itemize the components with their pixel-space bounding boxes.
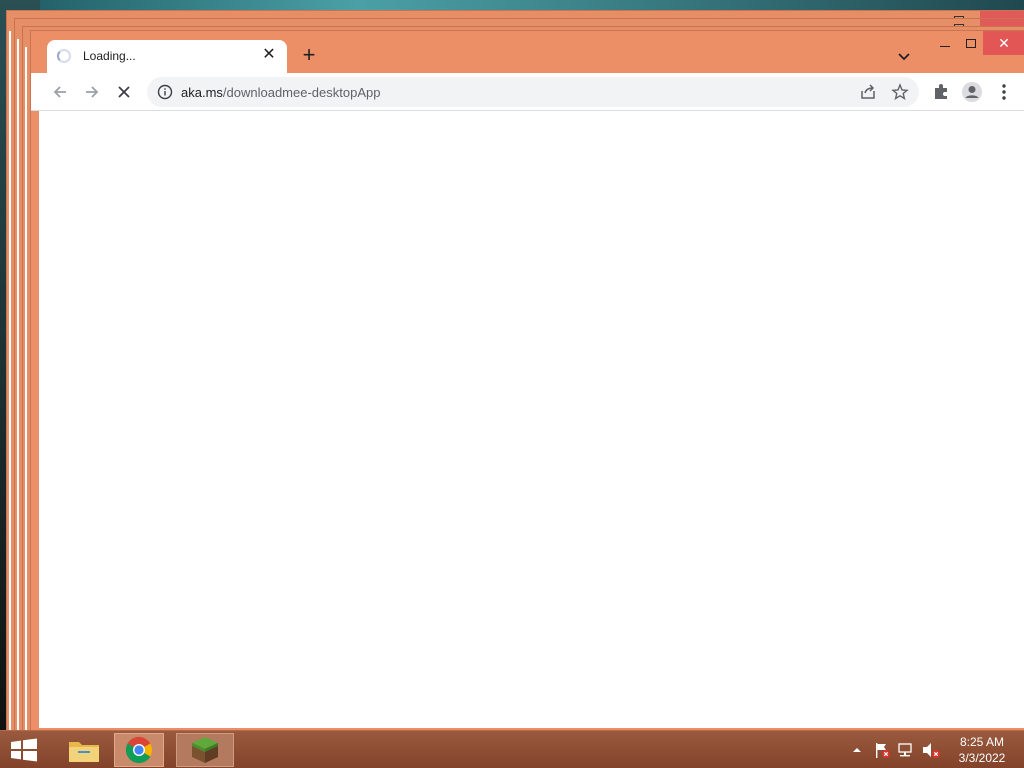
close-window-button[interactable]: ✕ [983,31,1024,55]
loading-spinner-icon [57,49,71,63]
taskbar: 8:25 AM 3/3/2022 [0,730,1024,768]
ghost-content-edge [25,47,27,730]
taskbar-minecraft[interactable] [176,733,234,767]
new-tab-button[interactable]: + [297,44,321,68]
action-center-flag-icon[interactable] [872,739,892,761]
browser-window: Loading... ✕ + ✕ aka.ms/downloadmee-desk… [30,30,1024,730]
back-button[interactable] [48,80,72,104]
url-host: aka.ms [181,85,223,100]
clock-date: 3/3/2022 [958,751,1006,765]
close-icon: ✕ [998,35,1010,51]
url-text[interactable]: aka.ms/downloadmee-desktopApp [181,85,380,100]
page-content-area[interactable] [39,111,1024,728]
clock-time: 8:25 AM [959,735,1005,749]
tab-title: Loading... [83,49,136,63]
stop-loading-icon [118,86,130,98]
active-tab[interactable]: Loading... ✕ [47,40,287,73]
browser-titlebar[interactable]: Loading... ✕ + ✕ [31,31,1024,73]
arrow-right-icon [86,86,99,98]
browser-toolbar: aka.ms/downloadmee-desktopApp [31,73,1024,111]
url-path: /downloadmee-desktopApp [222,85,381,100]
minimize-button[interactable] [931,31,959,55]
windows-start-icon[interactable] [8,737,40,763]
taskbar-file-explorer[interactable] [56,733,112,767]
puzzle-icon[interactable] [931,82,951,102]
chrome-icon [125,736,153,764]
show-hidden-icons-icon[interactable] [850,739,864,761]
maximize-button[interactable] [957,31,985,55]
share-icon[interactable] [859,83,877,101]
stop-loading-button[interactable] [112,80,136,104]
kebab-menu-icon[interactable] [997,82,1011,102]
arrow-left-icon [53,86,66,98]
minimize-icon [940,45,950,47]
volume-muted-icon[interactable] [920,739,942,761]
system-clock[interactable]: 8:25 AM 3/3/2022 [952,734,1012,766]
tab-close-icon[interactable]: ✕ [261,46,277,64]
profile-icon[interactable] [961,81,983,103]
address-bar[interactable]: aka.ms/downloadmee-desktopApp [147,77,919,107]
info-icon[interactable] [157,84,173,100]
taskbar-chrome[interactable] [114,733,164,767]
folder-icon [69,742,99,762]
chevron-down-icon[interactable] [895,47,913,65]
maximize-icon [966,38,976,48]
ghost-content-edge [9,31,11,730]
grass-block-icon [192,737,218,763]
network-icon[interactable] [896,739,916,761]
ghost-content-edge [17,39,19,730]
star-icon[interactable] [891,83,909,101]
forward-button[interactable] [80,80,104,104]
